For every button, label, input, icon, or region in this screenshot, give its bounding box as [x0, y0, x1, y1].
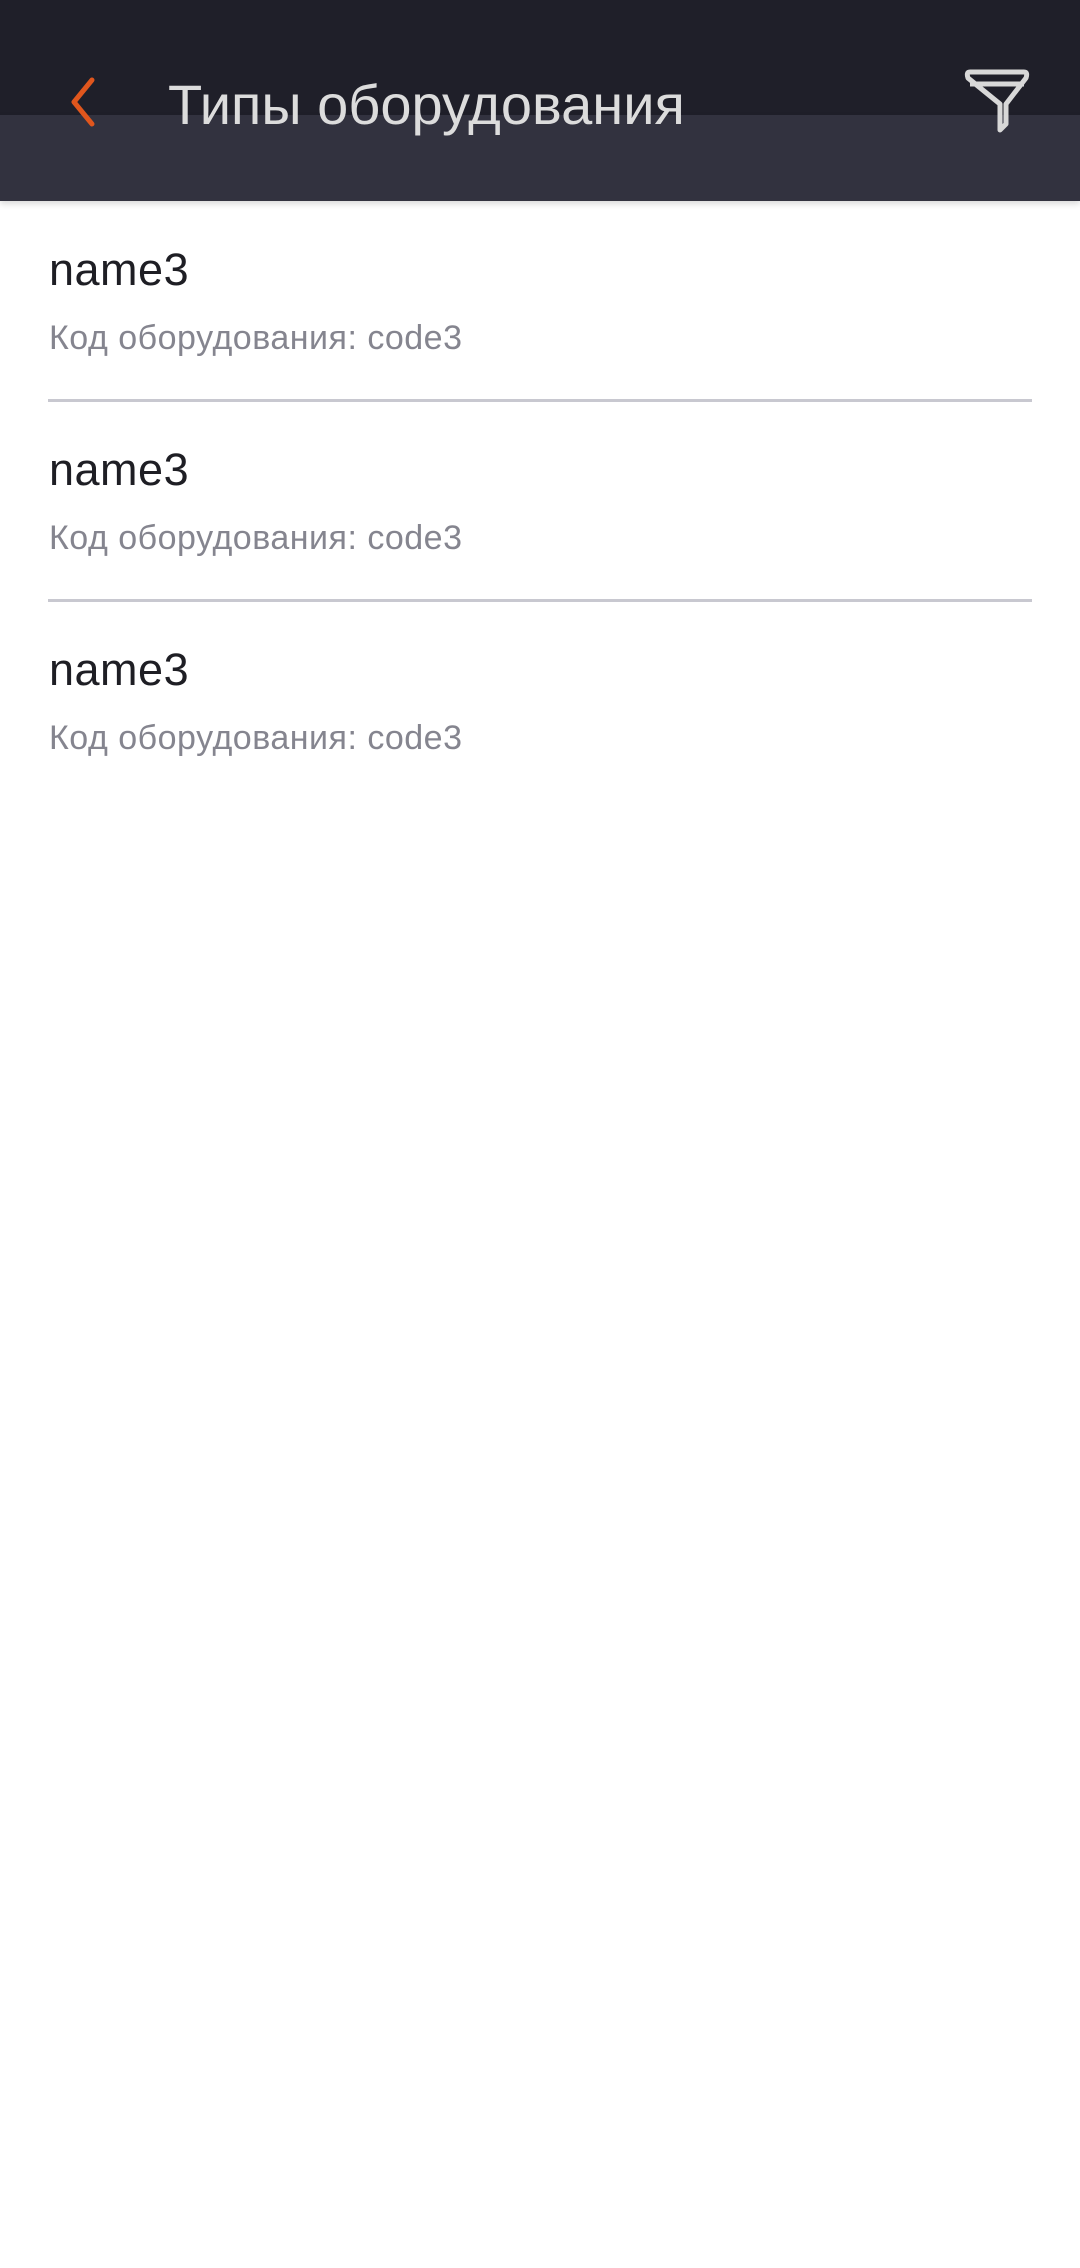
equipment-type-list: name3 Код оборудования: code3 name3 Код …: [0, 201, 1080, 801]
item-name: name3: [49, 644, 190, 695]
filter-button[interactable]: [962, 66, 1032, 136]
item-code: Код оборудования: code3: [49, 519, 463, 557]
list-item[interactable]: name3 Код оборудования: code3: [0, 601, 1080, 801]
item-name: name3: [49, 244, 190, 295]
list-item[interactable]: name3 Код оборудования: code3: [0, 401, 1080, 602]
chevron-left-icon: [71, 77, 95, 127]
filter-icon: [964, 69, 1030, 133]
item-code: Код оборудования: code3: [49, 719, 463, 757]
back-button[interactable]: [62, 76, 106, 128]
item-code: Код оборудования: code3: [49, 319, 463, 357]
list-item[interactable]: name3 Код оборудования: code3: [0, 201, 1080, 402]
item-name: name3: [49, 444, 190, 495]
page-title: Типы оборудования: [168, 73, 685, 136]
